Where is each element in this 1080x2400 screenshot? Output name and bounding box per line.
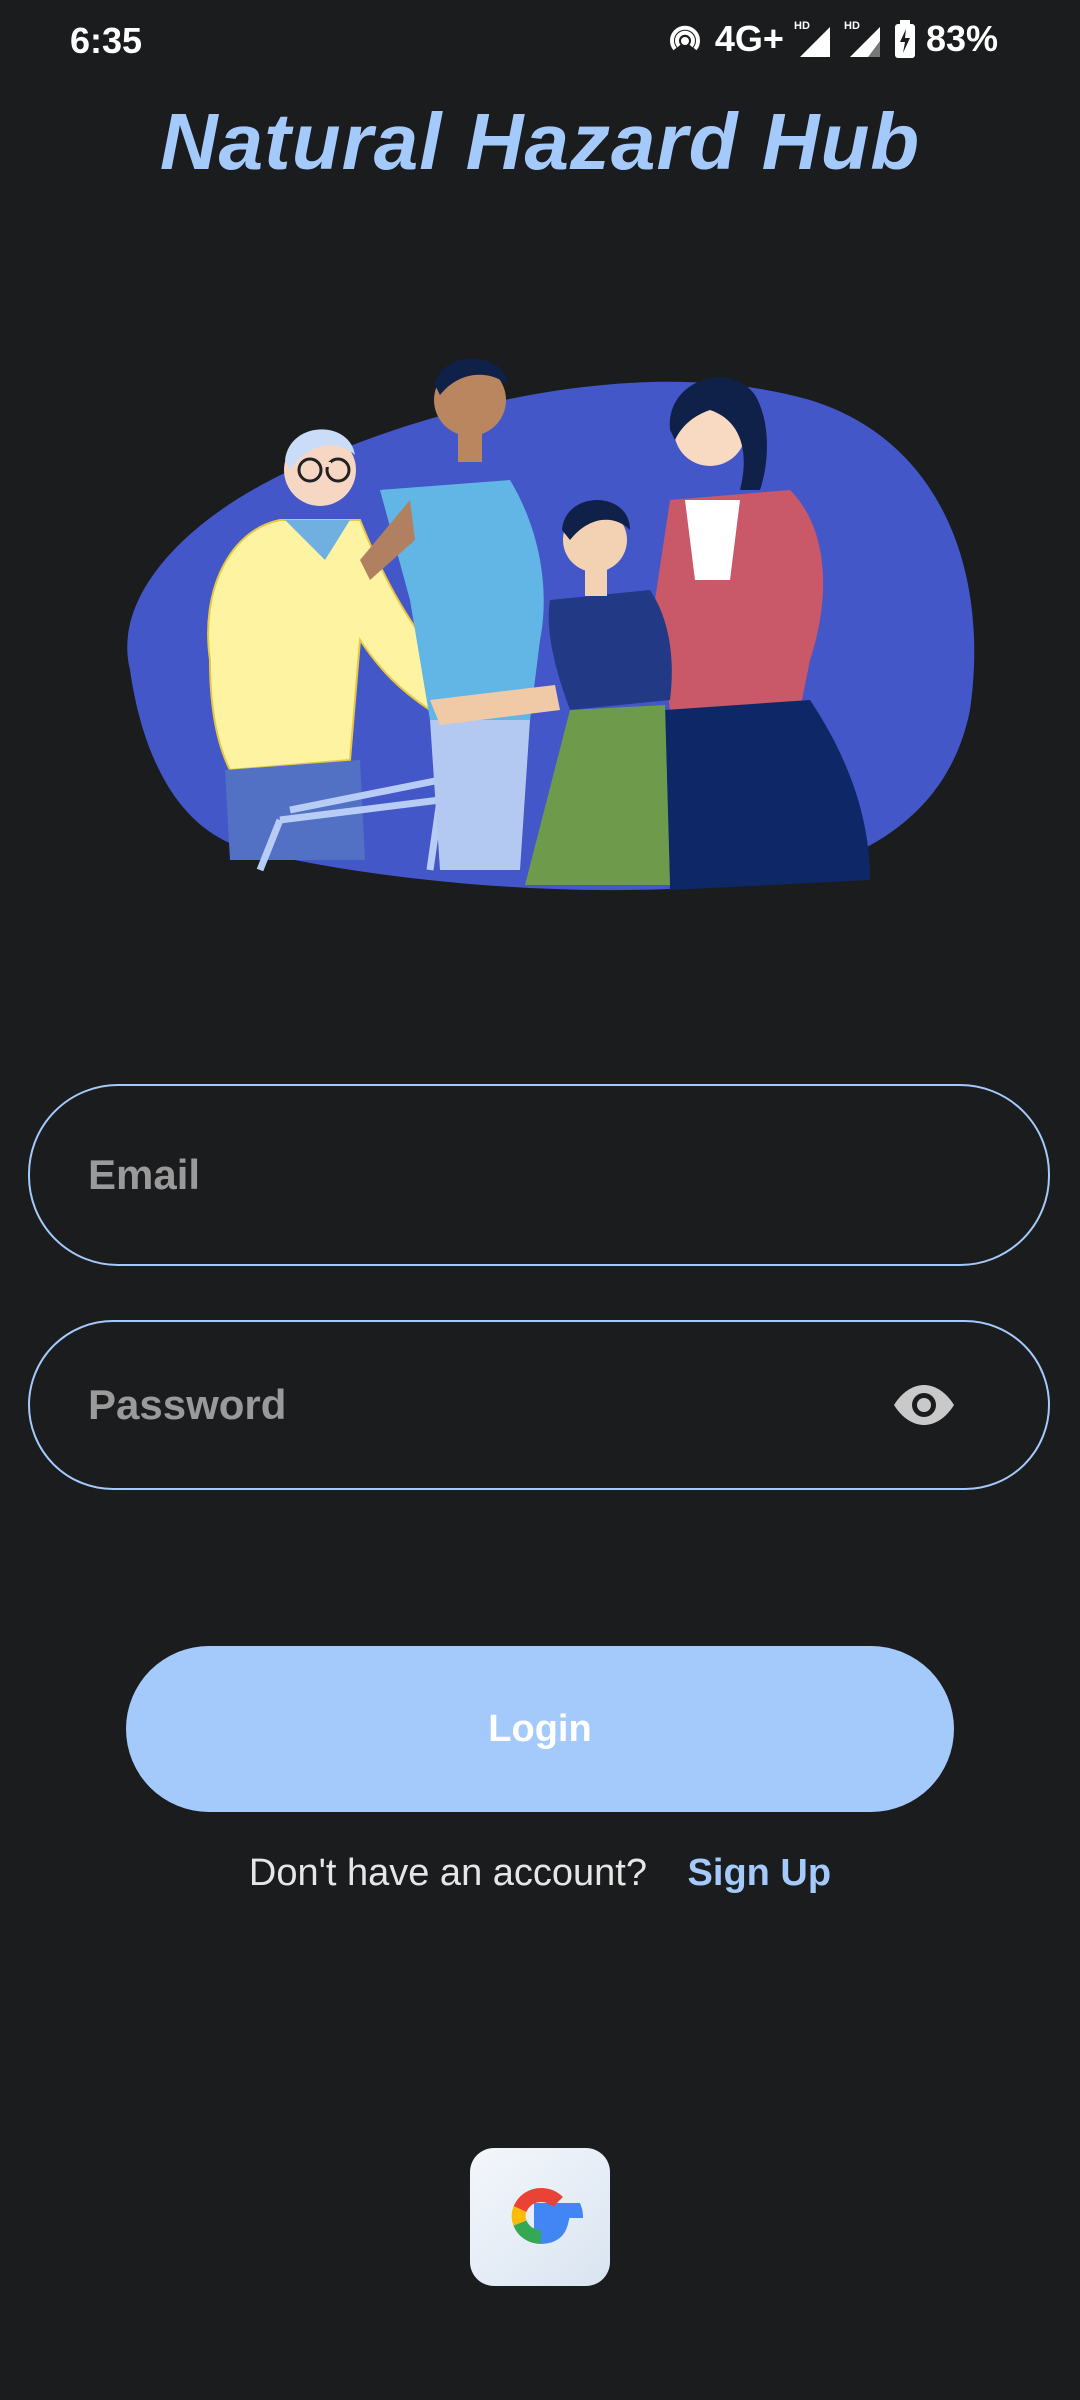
battery-level: 83% [925, 18, 998, 59]
eye-icon[interactable] [892, 1383, 956, 1427]
network-type: 4G+ [714, 18, 784, 59]
signup-link[interactable]: Sign Up [688, 1852, 832, 1894]
password-input[interactable] [86, 1380, 910, 1430]
signup-prompt: Don't have an account? [248, 1852, 647, 1894]
hotspot-icon [669, 25, 700, 51]
status-icons: 4G+ HD HD 83% [665, 18, 998, 60]
email-field[interactable] [28, 1084, 1050, 1266]
family-illustration [127, 358, 975, 891]
status-time: 6:35 [70, 20, 143, 61]
svg-text:HD: HD [844, 20, 860, 32]
signup-row: Don't have an account? Sign Up [0, 1852, 1080, 1895]
password-field[interactable] [28, 1320, 1050, 1490]
signal-hd-icon: HD [794, 20, 830, 57]
status-bar: 6:35 4G+ HD HD 83% [0, 0, 1080, 84]
google-icon [511, 2187, 583, 2244]
signal-hd-icon: HD [844, 20, 880, 57]
svg-text:HD: HD [794, 20, 810, 32]
battery-charging-icon [894, 20, 915, 58]
google-signin-button[interactable] [470, 2148, 610, 2286]
app-title: Natural Hazard Hub [159, 97, 921, 186]
email-input[interactable] [86, 1150, 910, 1200]
login-button[interactable]: Login [126, 1646, 954, 1812]
